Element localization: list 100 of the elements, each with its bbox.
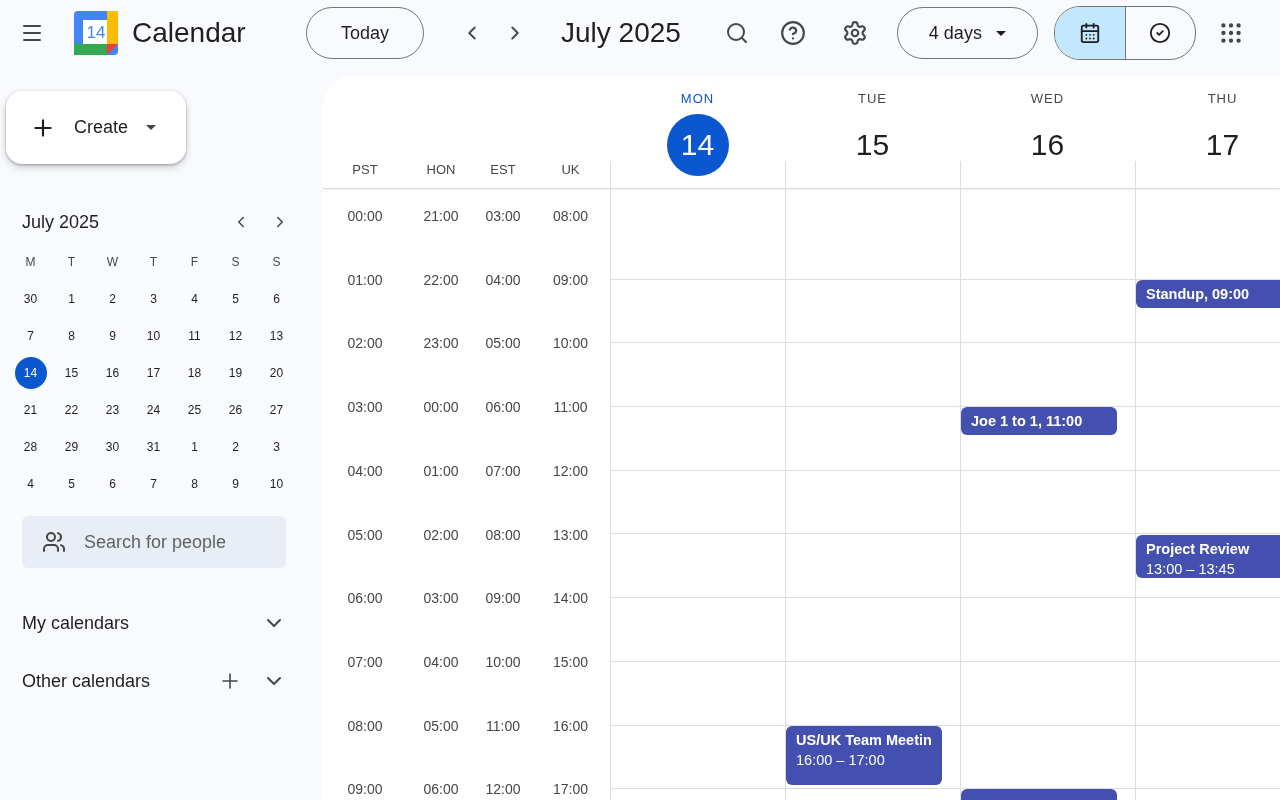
day-number[interactable]: 16 [1016, 114, 1079, 176]
weekday-label: T [66, 254, 77, 271]
time-label: 07:00 [484, 461, 522, 480]
time-label: 03:00 [346, 398, 384, 417]
mini-calendar-day[interactable]: 17 [137, 359, 170, 387]
event-title: Standup, 09:00 [1146, 284, 1251, 304]
time-label: 12:00 [551, 461, 589, 480]
time-label: 01:00 [346, 270, 384, 289]
mini-calendar-day[interactable]: 13 [260, 322, 293, 350]
mini-calendar-day[interactable]: 15 [55, 359, 88, 387]
mini-calendar-day[interactable]: 14 [14, 357, 47, 389]
time-label: 04:00 [346, 461, 384, 480]
time-label: 11:00 [485, 716, 521, 735]
time-label: 04:00 [422, 652, 460, 671]
calendar-event[interactable]: Standup, 09:00 [1136, 279, 1280, 308]
mini-calendar-day[interactable]: 2 [96, 285, 129, 313]
time-label: 00:00 [422, 398, 460, 417]
mini-calendar-day[interactable]: 1 [178, 433, 211, 461]
current-period: July 2025 [561, 17, 681, 49]
day-number[interactable]: 14 [666, 114, 729, 176]
mini-calendar-day[interactable]: 16 [96, 359, 129, 387]
mini-calendar-day[interactable]: 30 [96, 433, 129, 461]
mini-calendar-day[interactable]: 26 [219, 396, 252, 424]
mini-calendar-day[interactable]: 7 [14, 322, 47, 350]
mini-calendar-day[interactable]: 10 [260, 470, 293, 498]
day-number[interactable]: 15 [841, 114, 904, 176]
weekday-label: MON [680, 91, 715, 106]
weekday-label: WED [1030, 91, 1065, 106]
mini-calendar-day[interactable]: 30 [14, 285, 47, 313]
mini-calendar-day[interactable]: 5 [55, 470, 88, 498]
mini-calendar-day[interactable]: 29 [55, 433, 88, 461]
help-icon [779, 20, 806, 46]
mini-calendar-day[interactable]: 24 [137, 396, 170, 424]
time-label: 05:00 [484, 334, 522, 353]
event-time: 16:00 – 17:00 [796, 750, 886, 770]
mini-calendar-day[interactable]: 18 [178, 359, 211, 387]
calendar-event[interactable]: Project Review 13:00 – 13:45 [1136, 534, 1280, 579]
mini-calendar-day[interactable]: 9 [219, 470, 252, 498]
time-label: 15:00 [551, 652, 589, 671]
mini-calendar-day[interactable]: 19 [219, 359, 252, 387]
mini-calendar-day[interactable]: 4 [178, 285, 211, 313]
mini-calendar-day[interactable]: 21 [14, 396, 47, 424]
time-zone-label: PST [352, 162, 378, 177]
mini-calendar-day[interactable]: 31 [137, 433, 170, 461]
calendar-event[interactable]: US/UK Team Meetin 16:00 – 17:00 [786, 725, 942, 786]
time-label: 08:00 [551, 207, 589, 225]
mini-calendar-day[interactable]: 6 [96, 470, 129, 498]
time-label: 09:00 [484, 589, 522, 608]
mini-calendar-day[interactable]: 7 [137, 470, 170, 498]
weekday-label: T [148, 254, 159, 271]
time-label: 00:00 [346, 207, 384, 225]
mini-calendar-day[interactable]: 1 [55, 285, 88, 313]
time-label: 23:00 [422, 334, 460, 353]
mini-calendar-day[interactable]: 6 [260, 285, 293, 313]
section-title: My calendars [22, 612, 131, 634]
time-label: 14:00 [551, 589, 589, 608]
event-title: US/UK Team Meetin [796, 730, 932, 750]
time-label: 09:00 [551, 270, 589, 289]
calendar-view-button[interactable] [1054, 7, 1125, 59]
time-label: 02:00 [346, 334, 384, 353]
mini-calendar-day[interactable]: 28 [14, 433, 47, 461]
event-title: Project Review [1146, 539, 1251, 559]
mini-calendar-day[interactable]: 10 [137, 322, 170, 350]
time-label: 02:00 [422, 525, 460, 544]
time-label: 21:00 [422, 207, 460, 225]
mini-calendar-day[interactable]: 8 [178, 470, 211, 498]
mini-calendar-day[interactable]: 22 [55, 396, 88, 424]
mini-calendar-day[interactable]: 2 [219, 433, 252, 461]
event-time: 13:00 – 13:45 [1146, 559, 1236, 579]
people-icon [42, 530, 66, 554]
calendar-event[interactable]: Joe 1 to 1, 11:00 [961, 407, 1117, 435]
event-title: Joe 1 to 1, 11:00 [971, 412, 1084, 432]
search-icon [724, 21, 749, 45]
people-search-field[interactable]: Search for people [22, 516, 286, 568]
mini-calendar-day[interactable]: 23 [96, 396, 129, 424]
time-label: 06:00 [422, 780, 460, 799]
section-title: Other calendars [22, 670, 152, 692]
mini-calendar-day[interactable]: 3 [260, 433, 293, 461]
mini-calendar-day[interactable]: 8 [55, 322, 88, 350]
mini-calendar-day[interactable]: 12 [219, 322, 252, 350]
calendar-icon [1078, 22, 1101, 44]
time-label: 22:00 [422, 270, 460, 289]
create-button[interactable]: Create [6, 91, 186, 164]
mini-calendar-day[interactable]: 27 [260, 396, 293, 424]
mini-calendar-day[interactable]: 5 [219, 285, 252, 313]
mini-calendar-day[interactable]: 20 [260, 359, 293, 387]
time-zone-label: HON [426, 162, 456, 177]
mini-calendar-title: July 2025 [22, 211, 101, 233]
check-circle-icon [1149, 22, 1172, 44]
mini-calendar-day[interactable]: 9 [96, 322, 129, 350]
mini-calendar-day[interactable]: 11 [178, 322, 211, 350]
time-label: 11:00 [552, 398, 589, 417]
mini-calendar-day[interactable]: 25 [178, 396, 211, 424]
weekday-label: W [105, 254, 120, 271]
mini-calendar-day[interactable]: 3 [137, 285, 170, 313]
mini-calendar-day[interactable]: 4 [14, 470, 47, 498]
caret-icon [146, 125, 157, 130]
time-label: 06:00 [484, 398, 522, 417]
logo-date: 14 [85, 23, 107, 43]
day-number[interactable]: 17 [1191, 114, 1254, 176]
